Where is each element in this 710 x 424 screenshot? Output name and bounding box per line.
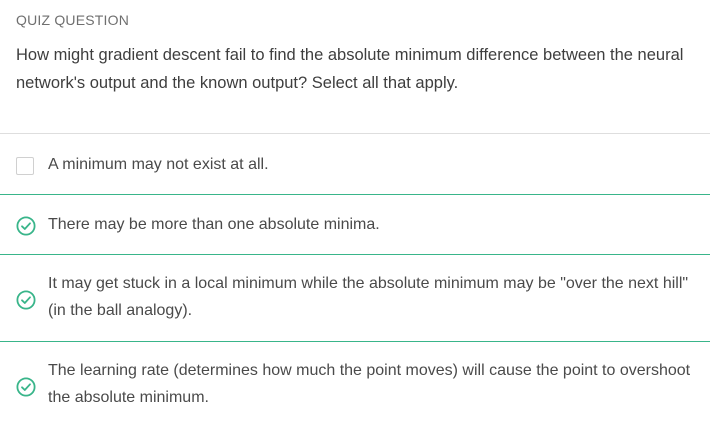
check-circle-icon[interactable] — [16, 377, 36, 397]
check-circle-icon[interactable] — [16, 216, 36, 236]
quiz-label: QUIZ QUESTION — [16, 12, 130, 28]
option-2[interactable]: There may be more than one absolute mini… — [0, 194, 710, 254]
check-circle-icon[interactable] — [16, 290, 36, 310]
option-4[interactable]: The learning rate (determines how much t… — [0, 341, 710, 423]
option-1[interactable]: A minimum may not exist at all. — [0, 133, 710, 194]
option-label: There may be more than one absolute mini… — [48, 216, 380, 233]
quiz-panel: QUIZ QUESTION How might gradient descent… — [0, 0, 710, 424]
answer-options: A minimum may not exist at all. There ma… — [0, 133, 710, 423]
option-label: The learning rate (determines how much t… — [48, 362, 691, 406]
checkbox-icon[interactable] — [16, 157, 34, 175]
question-text: How might gradient descent fail to find … — [16, 46, 684, 92]
option-label: A minimum may not exist at all. — [48, 156, 269, 173]
option-label: It may get stuck in a local minimum whil… — [48, 275, 689, 319]
option-3[interactable]: It may get stuck in a local minimum whil… — [0, 254, 710, 341]
